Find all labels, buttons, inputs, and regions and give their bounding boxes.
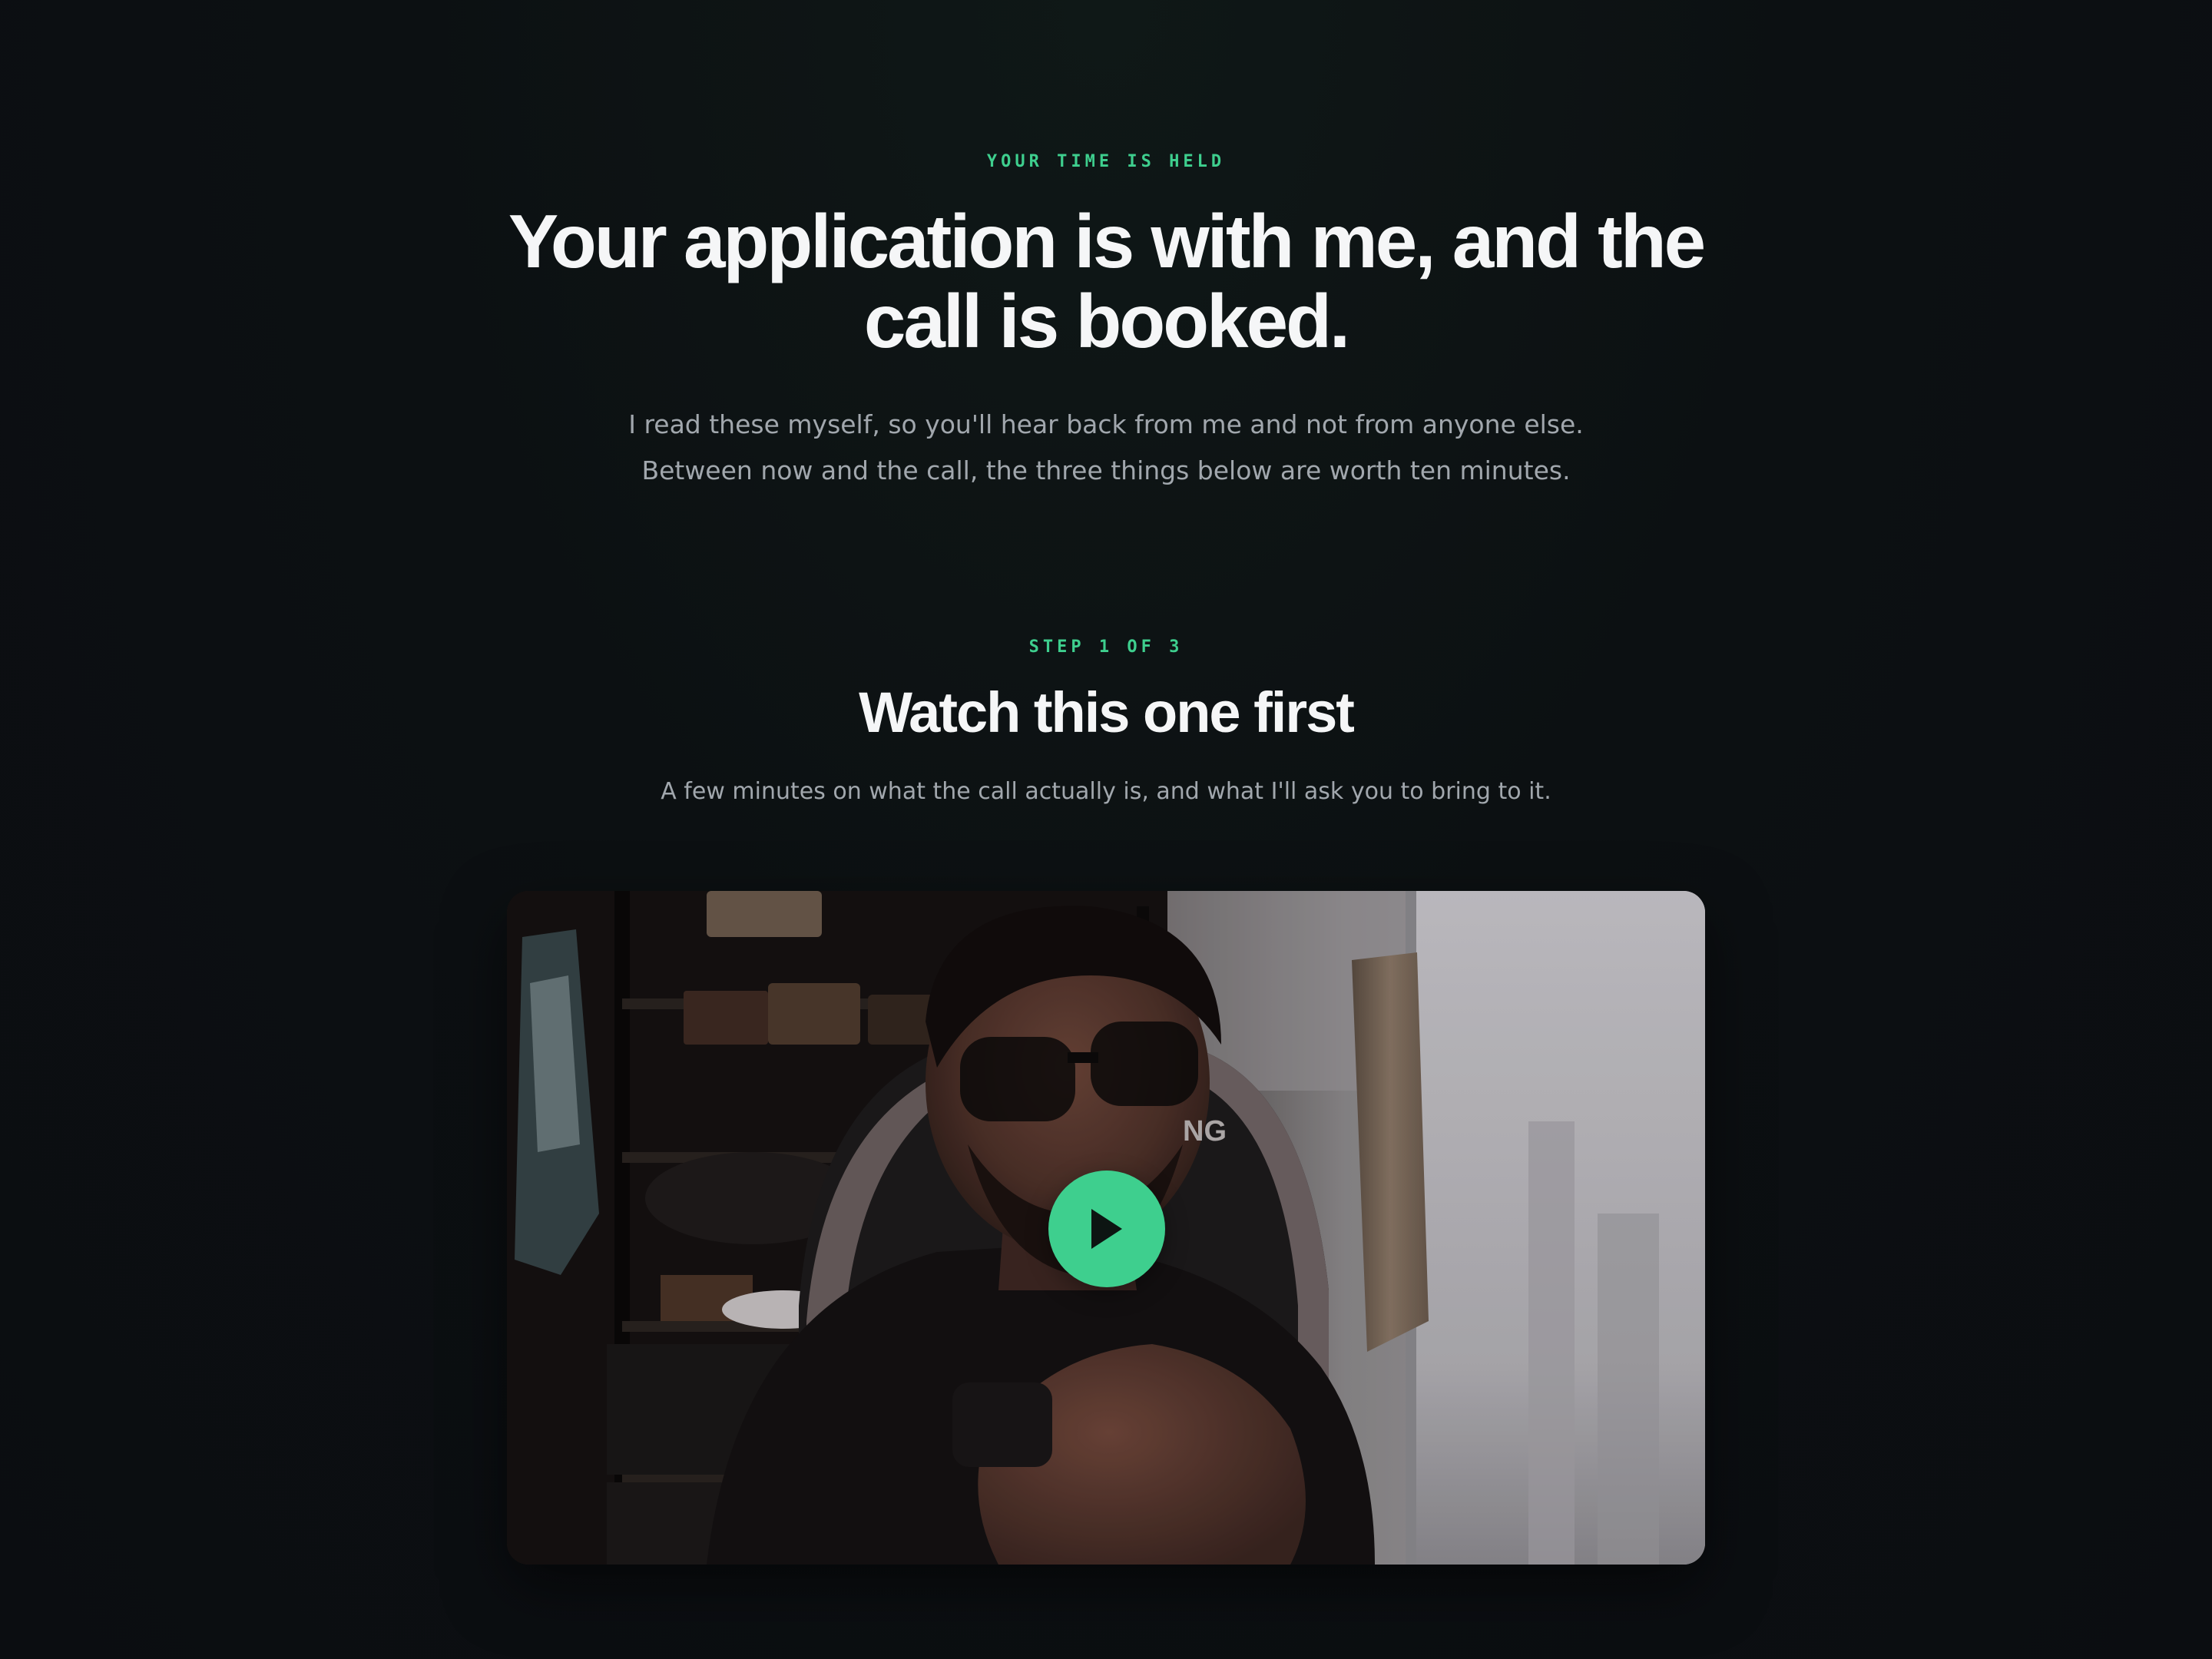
- hero-subtext-line-1: I read these myself, so you'll hear back…: [628, 409, 1584, 439]
- page: YOUR TIME IS HELD Your application is wi…: [0, 0, 2212, 1659]
- hero-subtext-line-2: Between now and the call, the three thin…: [641, 455, 1571, 485]
- step-description: A few minutes on what the call actually …: [661, 778, 1551, 805]
- step-title: Watch this one first: [859, 680, 1355, 744]
- step-eyebrow: STEP 1 OF 3: [1028, 637, 1184, 657]
- hero-eyebrow: YOUR TIME IS HELD: [986, 152, 1226, 171]
- video-player[interactable]: NG: [507, 891, 1705, 1565]
- hero-headline: Your application is with me, and the cal…: [508, 199, 1706, 363]
- play-button[interactable]: [1048, 1171, 1165, 1287]
- hero-subtext: I read these myself, so you'll hear back…: [492, 402, 1720, 494]
- play-icon: [1091, 1209, 1122, 1249]
